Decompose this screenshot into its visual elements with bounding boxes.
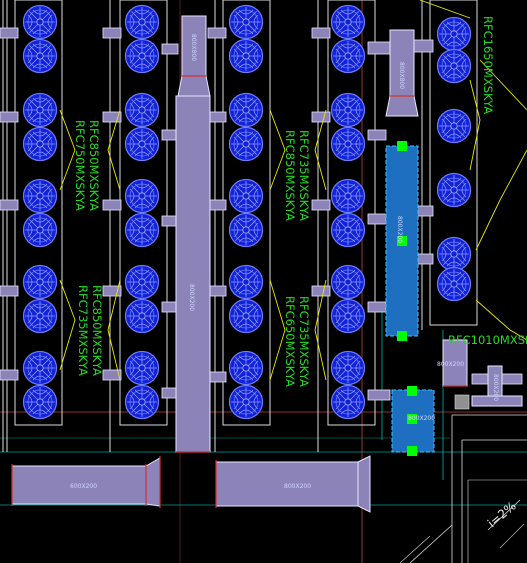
fan-icon xyxy=(330,178,366,214)
model-label: RFC850MXSKYA xyxy=(90,285,104,376)
fan-icon xyxy=(330,350,366,386)
model-label: RFC735MXSKYA xyxy=(76,285,90,376)
fan-icon xyxy=(330,298,366,334)
fan-icon xyxy=(436,172,472,208)
duct-size-label: 800X200 xyxy=(284,483,311,490)
fan-icon xyxy=(22,178,58,214)
model-label: RFC850MXSKYA xyxy=(87,120,101,211)
fan-icon xyxy=(124,4,160,40)
fan-icon xyxy=(228,384,264,420)
fan-icon xyxy=(330,384,366,420)
fan-icon xyxy=(330,126,366,162)
fan-icon xyxy=(436,48,472,84)
model-label: RFC1650MXSKYA xyxy=(481,16,495,114)
fan-icon xyxy=(124,212,160,248)
fan-icon xyxy=(124,38,160,74)
fan-icon xyxy=(228,298,264,334)
fan-icon xyxy=(22,264,58,300)
fan-icon xyxy=(330,38,366,74)
fan-icon xyxy=(228,264,264,300)
fan-icon xyxy=(228,38,264,74)
model-label: RFC735MXSKYA xyxy=(297,296,311,387)
fan-icon xyxy=(436,16,472,52)
fan-icon xyxy=(22,384,58,420)
fan-icon xyxy=(22,38,58,74)
fan-icon xyxy=(228,350,264,386)
fan-icon xyxy=(330,212,366,248)
fan-icon xyxy=(22,212,58,248)
duct-size-label: 800X200 xyxy=(408,415,435,422)
fan-icon xyxy=(124,264,160,300)
damper-box xyxy=(454,394,470,410)
fan-icon xyxy=(330,92,366,128)
fan-icon xyxy=(228,178,264,214)
duct-size-label: 600X200 xyxy=(70,483,97,490)
fan-icon xyxy=(436,236,472,272)
fan-icon xyxy=(330,264,366,300)
fan-icon xyxy=(228,212,264,248)
fan-icon xyxy=(436,266,472,302)
model-label: RFC1010MXSKYA xyxy=(448,333,527,347)
fan-icon xyxy=(228,126,264,162)
duct-size-label: 800X800 xyxy=(190,34,197,61)
fan-icon xyxy=(22,4,58,40)
fan-icon xyxy=(124,350,160,386)
fan-icon xyxy=(124,298,160,334)
fan-icon xyxy=(124,92,160,128)
model-label: RFC850MXSKYA xyxy=(283,130,297,221)
model-label: RFC735MXSKYA xyxy=(297,130,311,221)
duct-size-label: 800X200 xyxy=(492,374,499,401)
duct-size-label: 800X200 xyxy=(437,361,464,368)
duct-size-label: 800X200 xyxy=(396,216,403,243)
fan-icon xyxy=(124,126,160,162)
fan-icon xyxy=(330,4,366,40)
duct-size-label: 800X200 xyxy=(188,284,195,311)
model-label: RFC650MXSKYA xyxy=(283,296,297,387)
fan-icon xyxy=(22,92,58,128)
fan-icon xyxy=(22,126,58,162)
duct-size-label: 800X800 xyxy=(398,62,405,89)
model-label: RFC750MXSKYA xyxy=(73,120,87,211)
fan-icon xyxy=(436,108,472,144)
fan-icon xyxy=(22,350,58,386)
hvac-duct-drawing[interactable]: RFC750MXSKYA RFC850MXSKYA RFC850MXSKYA R… xyxy=(0,0,527,563)
fan-icon xyxy=(22,298,58,334)
fan-icon xyxy=(228,4,264,40)
fan-icon xyxy=(124,384,160,420)
fan-icon xyxy=(228,92,264,128)
fan-icon xyxy=(124,178,160,214)
